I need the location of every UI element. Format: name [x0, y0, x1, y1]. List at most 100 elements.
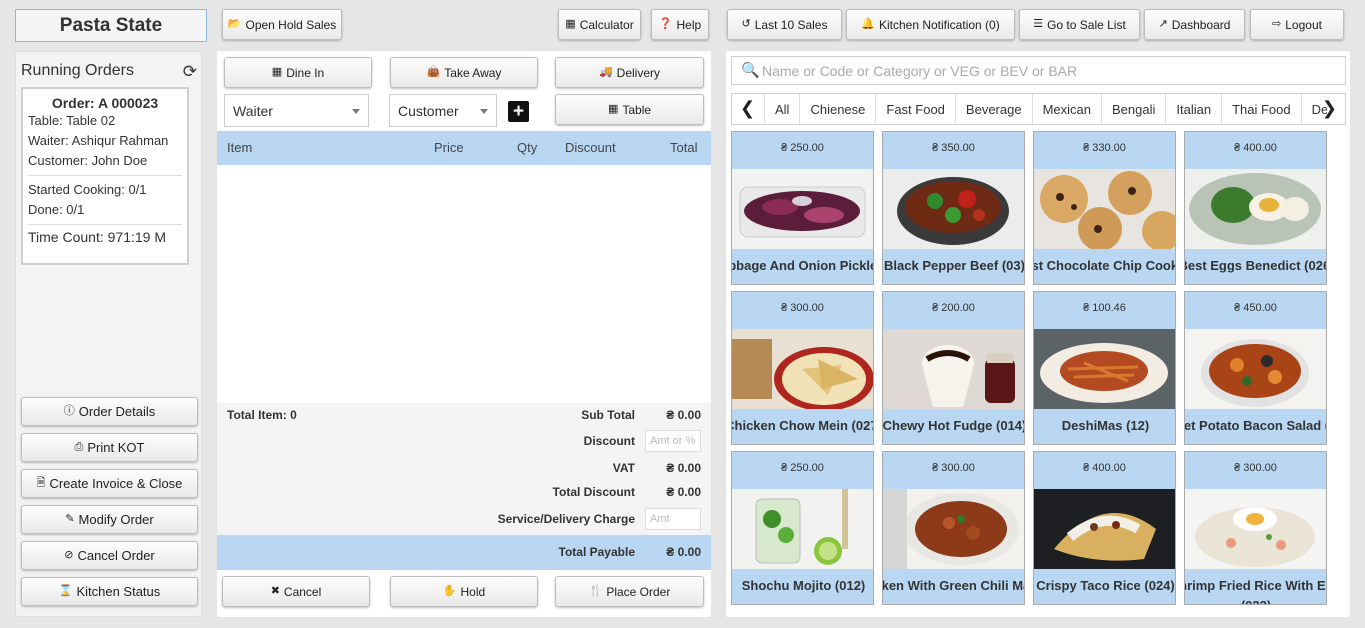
print-kot-button[interactable]: ⎙ Print KOT	[21, 433, 198, 462]
close-icon: ✖	[270, 585, 280, 597]
category-tab[interactable]: Beverage	[956, 94, 1033, 124]
question-icon: ❓	[658, 18, 673, 30]
item-price: ₴ 300.00	[781, 302, 824, 314]
add-customer-icon[interactable]: +	[508, 101, 529, 122]
menu-item-card[interactable]: ₴ 400.00 Best Eggs Benedict (026)	[1184, 131, 1327, 285]
chevron-right-icon[interactable]: ❯	[1322, 98, 1337, 119]
item-name: Black Pepper Beef (03)	[884, 258, 1025, 273]
menu-item-card[interactable]: ₴ 250.00 Red Cabbage And Onion Pickle Re…	[731, 131, 874, 285]
item-name: Best Eggs Benedict (026)	[1184, 258, 1327, 273]
item-name: Chicken Chow Mein (027)	[731, 418, 874, 433]
hand-icon: ✋	[442, 585, 457, 597]
category-tab[interactable]: Bengali	[1102, 94, 1167, 124]
waiter-select[interactable]: Waiter	[224, 94, 369, 127]
menu-item-card[interactable]: ₴ 300.00 Chicken With Green Chili Masala	[882, 451, 1025, 605]
category-tab[interactable]: Mexican	[1033, 94, 1102, 124]
menu-item-card[interactable]: ₴ 350.00 Black Pepper Beef (03)	[882, 131, 1025, 285]
running-orders-header: Running Orders ⟳	[21, 62, 197, 84]
vat-label: VAT	[612, 461, 635, 475]
service-charge-input[interactable]: Amt	[645, 508, 701, 530]
kitchen-status-button[interactable]: ⌛ Kitchen Status	[21, 577, 198, 606]
dine-in-button[interactable]: ▦ Dine In	[224, 57, 372, 88]
take-away-button[interactable]: 👜 Take Away	[390, 57, 538, 88]
kitchen-notification-button[interactable]: 🔔 Kitchen Notification (0)	[846, 9, 1015, 40]
cancel-order-button[interactable]: ⊘ Cancel Order	[21, 541, 198, 570]
go-to-sale-list-button[interactable]: ☰ Go to Sale List	[1019, 9, 1140, 40]
chevron-left-icon[interactable]: ❮	[740, 98, 755, 119]
item-image	[883, 489, 1024, 569]
item-price: ₴ 200.00	[932, 302, 975, 314]
delivery-button[interactable]: 🚚 Delivery	[555, 57, 704, 88]
cancel-button[interactable]: ✖ Cancel	[222, 576, 370, 607]
menu-item-card[interactable]: ₴ 300.00 Chicken Chow Mein (027)	[731, 291, 874, 445]
table-icon: ▦	[607, 103, 619, 115]
refresh-icon[interactable]: ⟳	[183, 62, 197, 82]
category-tab[interactable]: Thai Food	[1222, 94, 1302, 124]
order-number: Order: A 000023	[51, 95, 159, 111]
category-tab[interactable]: Italian	[1166, 94, 1223, 124]
menu-panel: 🔍 Name or Code or Category or VEG or BEV…	[726, 51, 1350, 617]
discount-input[interactable]: Amt or %	[645, 430, 701, 452]
utensils-icon: 🍴	[588, 585, 603, 597]
modify-order-button[interactable]: ✎ Modify Order	[21, 505, 198, 534]
category-tab[interactable]: All	[764, 94, 801, 124]
item-image	[732, 169, 873, 249]
menu-item-card[interactable]: ₴ 330.00 Best Chocolate Chip Cookies	[1033, 131, 1176, 285]
vat-value: ₴ 0.00	[666, 461, 701, 475]
column-qty: Qty	[517, 140, 538, 155]
order-panel: ▦ Dine In 👜 Take Away 🚚 Delivery Waiter Cus…	[217, 51, 711, 617]
item-name: Shrimp Fried Rice With Egg (022)	[1185, 578, 1326, 604]
discount-label: Discount	[583, 434, 635, 448]
column-discount: Discount	[565, 140, 616, 155]
item-price: ₴ 450.00	[1234, 302, 1277, 314]
menu-item-card[interactable]: ₴ 250.00 Shochu Mojito (012)	[731, 451, 874, 605]
category-bar: ❮ All Chienese Fast Food Beverage Mexica…	[731, 93, 1346, 125]
help-button[interactable]: ❓ Help	[651, 9, 709, 40]
item-name: Shochu Mojito (012)	[741, 578, 866, 593]
create-invoice-button[interactable]: 🗎 Create Invoice & Close	[21, 469, 198, 498]
order-details-button[interactable]: ⓘ Order Details	[21, 397, 198, 426]
dashboard-button[interactable]: ↗ Dashboard	[1144, 9, 1245, 40]
order-customer: Customer: John Doe	[28, 153, 148, 168]
column-price: Price	[434, 140, 464, 155]
category-tab[interactable]: Chienese	[800, 94, 877, 124]
file-icon: 🗎	[36, 477, 46, 489]
table-button[interactable]: ▦ Table	[555, 94, 704, 125]
calculator-button[interactable]: ▦ Calculator	[558, 9, 641, 40]
running-order-card[interactable]: Order: A 000023 Table: Table 02 Waiter: …	[21, 87, 189, 265]
cart-table-header: Item Price Qty Discount Total	[217, 131, 711, 165]
order-done: Done: 0/1	[28, 202, 85, 217]
category-tab[interactable]: Fast Food	[876, 94, 956, 124]
search-input[interactable]: 🔍 Name or Code or Category or VEG or BEV…	[731, 56, 1346, 85]
menu-item-card[interactable]: ₴ 450.00 Sweet Potato Bacon Salad (015)	[1184, 291, 1327, 445]
item-name: Red Cabbage And Onion Pickle Recipe	[732, 258, 874, 273]
item-image	[1034, 329, 1175, 409]
history-icon: ↺	[741, 18, 751, 30]
hold-button[interactable]: ✋ Hold	[390, 576, 538, 607]
menu-item-card[interactable]: ₴ 300.00 Shrimp Fried Rice With Egg (022…	[1184, 451, 1327, 605]
column-total: Total	[670, 140, 698, 155]
running-orders-panel: Running Orders ⟳ Order: A 000023 Table: …	[15, 51, 202, 617]
menu-item-card[interactable]: ₴ 400.00 Crispy Taco Rice (024)	[1033, 451, 1176, 605]
open-hold-sales-button[interactable]: 📂 Open Hold Sales	[222, 9, 342, 40]
logout-button[interactable]: ⇨ Logout	[1250, 9, 1344, 40]
item-price: ₴ 300.00	[932, 462, 975, 474]
item-image	[732, 489, 873, 569]
truck-icon: 🚚	[598, 66, 613, 78]
item-name: Chicken With Green Chili Masala	[882, 578, 1024, 593]
place-order-button[interactable]: 🍴 Place Order	[555, 576, 704, 607]
customer-select[interactable]: Customer	[389, 94, 497, 127]
menu-item-card[interactable]: ₴ 200.00 Chewy Hot Fudge (014)	[882, 291, 1025, 445]
total-discount-value: ₴ 0.00	[666, 485, 701, 499]
item-price: ₴ 400.00	[1234, 142, 1277, 154]
list-icon: ☰	[1033, 18, 1044, 30]
menu-item-card[interactable]: ₴ 100.46 DeshiMas (12)	[1033, 291, 1176, 445]
total-payable-row: Total Payable ₴ 0.00	[217, 535, 711, 570]
item-price: ₴ 350.00	[932, 142, 975, 154]
shopping-bag-icon: 👜	[426, 66, 441, 78]
last-10-sales-button[interactable]: ↺ Last 10 Sales	[727, 9, 842, 40]
edit-icon: ✎	[65, 513, 75, 525]
sub-total-label: Sub Total	[581, 408, 635, 422]
chevron-down-icon	[480, 109, 488, 114]
item-price: ₴ 250.00	[781, 462, 824, 474]
